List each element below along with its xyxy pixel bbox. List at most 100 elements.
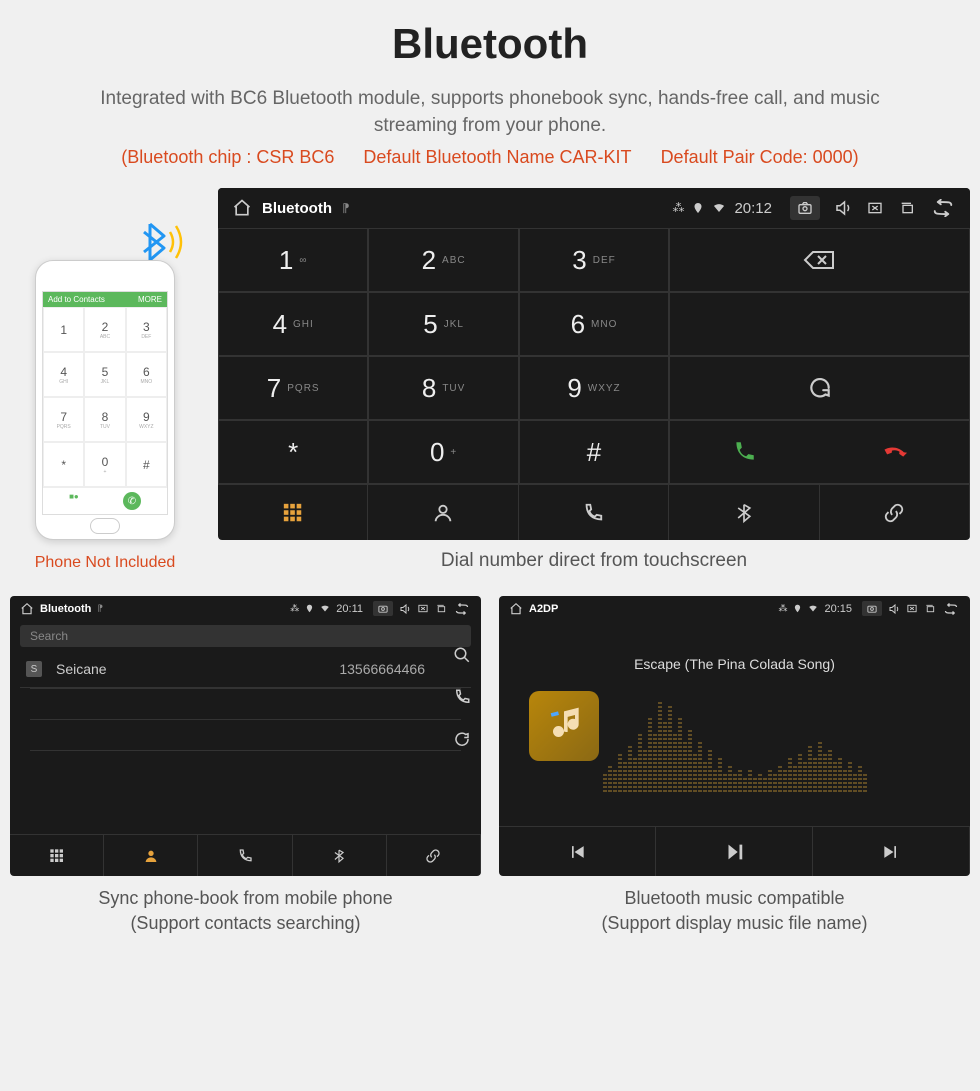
dial-key-9[interactable]: 9WXYZ — [519, 356, 669, 420]
location-icon — [305, 604, 314, 613]
close-screen-icon[interactable] — [906, 603, 918, 614]
track-title: Escape (The Pina Colada Song) — [634, 656, 835, 672]
call-controls[interactable] — [669, 420, 970, 484]
dial-key-1[interactable]: 1∞ — [218, 228, 368, 292]
dial-key-6[interactable]: 6MNO — [519, 292, 669, 356]
music-caption: Bluetooth music compatible (Support disp… — [499, 886, 970, 936]
phone-key: 9WXYZ — [126, 397, 167, 442]
back-icon[interactable] — [453, 603, 471, 615]
volume-icon[interactable] — [399, 603, 411, 615]
phone-key: 2ABC — [84, 307, 125, 352]
dial-key-#[interactable]: # — [519, 420, 669, 484]
wifi-icon — [712, 202, 726, 214]
back-icon[interactable] — [942, 603, 960, 615]
next-track-button[interactable] — [813, 827, 970, 876]
phone-key: 8TUV — [84, 397, 125, 442]
phone-key: # — [126, 442, 167, 487]
phone-header-left: Add to Contacts — [48, 295, 105, 304]
phone-key: 5JKL — [84, 352, 125, 397]
bluetooth-status-icon: ⁂ — [778, 603, 787, 614]
phone-key: 6MNO — [126, 352, 167, 397]
dial-side-cell — [669, 292, 970, 356]
phone-key: * — [43, 442, 84, 487]
dial-key-2[interactable]: 2ABC — [368, 228, 518, 292]
bluetooth-status-icon: ⁂ — [672, 201, 684, 215]
dial-key-0[interactable]: 0+ — [368, 420, 518, 484]
bluetooth-status-icon: ⁂ — [290, 603, 299, 614]
phonebook-caption-line2: (Support contacts searching) — [130, 913, 360, 933]
video-call-icon: ■● — [69, 492, 79, 510]
back-icon[interactable] — [930, 199, 956, 217]
phone-key: 0+ — [84, 442, 125, 487]
spec-chip: (Bluetooth chip : CSR BC6 — [121, 147, 334, 167]
nav-contacts-icon[interactable] — [368, 485, 518, 540]
spec-pair: Default Pair Code: 0000) — [661, 147, 859, 167]
album-art-icon — [529, 691, 599, 761]
dial-key-5[interactable]: 5JKL — [368, 292, 518, 356]
dial-key-3[interactable]: 3DEF — [519, 228, 669, 292]
app-title: A2DP — [529, 603, 558, 615]
dialer-headunit: Bluetooth ⁋ ⁂ 20:12 — [218, 188, 970, 540]
dialer-caption: Dial number direct from touchscreen — [218, 550, 970, 572]
volume-icon[interactable] — [888, 603, 900, 615]
music-caption-line2: (Support display music file name) — [601, 913, 867, 933]
phonebook-headunit: Bluetooth ⁋ ⁂ 20:11 Search S — [10, 596, 481, 876]
side-call-icon[interactable] — [453, 688, 471, 706]
dial-key-*[interactable]: * — [218, 420, 368, 484]
music-headunit: A2DP ⁂ 20:15 Escape (The Pina Colada Son… — [499, 596, 970, 876]
nav-link-icon[interactable] — [387, 835, 481, 876]
close-screen-icon[interactable] — [866, 200, 884, 216]
screenshot-icon[interactable] — [790, 196, 820, 220]
clock-time: 20:15 — [824, 603, 852, 615]
search-input[interactable]: Search — [20, 625, 471, 647]
page-title: Bluetooth — [10, 20, 970, 68]
usb-icon: ⁋ — [97, 603, 103, 614]
usb-icon: ⁋ — [342, 201, 350, 215]
volume-icon[interactable] — [834, 199, 852, 217]
play-pause-button[interactable] — [656, 827, 813, 876]
recents-icon[interactable] — [898, 200, 916, 216]
contact-number: 13566664466 — [339, 661, 425, 677]
recents-icon[interactable] — [435, 603, 447, 614]
location-icon — [793, 604, 802, 613]
nav-calllog-icon[interactable] — [198, 835, 292, 876]
close-screen-icon[interactable] — [417, 603, 429, 614]
nav-bluetooth-icon[interactable] — [669, 485, 819, 540]
spec-name: Default Bluetooth Name CAR-KIT — [363, 147, 631, 167]
nav-dialpad-icon[interactable] — [10, 835, 104, 876]
nav-link-icon[interactable] — [820, 485, 970, 540]
spec-line: (Bluetooth chip : CSR BC6 Default Blueto… — [10, 147, 970, 168]
side-refresh-icon[interactable] — [453, 730, 471, 748]
recents-icon[interactable] — [924, 603, 936, 614]
phonebook-caption-line1: Sync phone-book from mobile phone — [98, 888, 392, 908]
home-icon[interactable] — [232, 198, 252, 218]
nav-bluetooth-icon[interactable] — [293, 835, 387, 876]
clock-time: 20:11 — [336, 603, 363, 615]
dial-key-4[interactable]: 4GHI — [218, 292, 368, 356]
contact-name: Seicane — [56, 661, 107, 677]
app-title: Bluetooth — [262, 200, 332, 217]
home-icon[interactable] — [509, 602, 523, 616]
home-icon[interactable] — [20, 602, 34, 616]
phone-key: 3DEF — [126, 307, 167, 352]
screenshot-icon[interactable] — [862, 601, 882, 616]
screenshot-icon[interactable] — [373, 601, 393, 616]
nav-calllog-icon[interactable] — [519, 485, 669, 540]
phone-key: 1 — [43, 307, 84, 352]
phone-key: 7PQRS — [43, 397, 84, 442]
redial-button[interactable] — [669, 356, 970, 420]
nav-dialpad-icon[interactable] — [218, 485, 368, 540]
side-search-icon[interactable] — [453, 646, 471, 664]
clock-time: 20:12 — [734, 200, 772, 217]
prev-track-button[interactable] — [499, 827, 656, 876]
backspace-button[interactable] — [669, 228, 970, 292]
dial-key-8[interactable]: 8TUV — [368, 356, 518, 420]
music-caption-line1: Bluetooth music compatible — [624, 888, 844, 908]
wifi-icon — [808, 604, 818, 613]
phone-mockup: Add to Contacts MORE 12ABC3DEF4GHI5JKL6M… — [10, 214, 200, 572]
nav-contacts-icon[interactable] — [104, 835, 198, 876]
dial-key-7[interactable]: 7PQRS — [218, 356, 368, 420]
app-title: Bluetooth — [40, 603, 91, 615]
phonebook-caption: Sync phone-book from mobile phone (Suppo… — [10, 886, 481, 936]
contact-row[interactable]: S Seicane 13566664466 — [20, 651, 471, 688]
